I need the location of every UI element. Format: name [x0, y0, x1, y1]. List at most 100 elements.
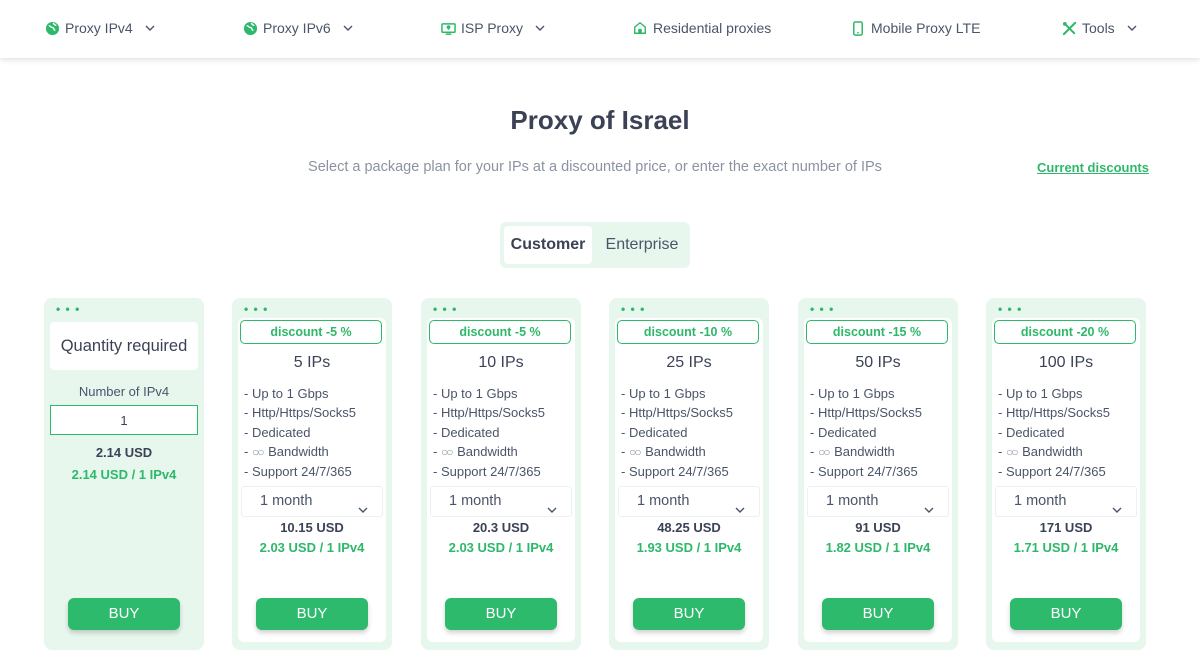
buy-button[interactable]: BUY	[633, 598, 745, 630]
nav-item-label: Mobile Proxy LTE	[871, 20, 981, 36]
discount-badge: discount -5 %	[429, 320, 571, 344]
location-monitor-icon	[440, 20, 456, 36]
feature-bandwidth: - ○○ Bandwidth	[433, 443, 518, 459]
globe-icon	[44, 20, 60, 36]
infinity-icon: ○○	[1005, 444, 1018, 459]
chevron-down-icon	[145, 23, 155, 33]
quantity-label: Number of IPv4	[78, 384, 170, 399]
feature-speed: - Up to 1 Gbps	[621, 386, 706, 401]
chevron-down-icon	[735, 497, 745, 513]
discount-badge: discount -15 %	[806, 320, 948, 344]
nav-proxy-ipv4[interactable]: Proxy IPv4	[44, 18, 155, 38]
plan-total-price: 91 USD	[855, 520, 901, 535]
feature-list: - Up to 1 Gbps - Http/Https/Socks5 - Dedic…	[433, 384, 545, 481]
buy-button[interactable]: BUY	[68, 598, 180, 630]
nav-residential-proxies[interactable]: Residential proxies	[632, 18, 771, 38]
period-select[interactable]: 1 month	[430, 486, 572, 517]
plan-card-body: discount -20 % 100 IPs - Up to 1 Gbps - Htt…	[992, 318, 1140, 642]
plan-card: • • • discount -5 % 10 IPs - Up to 1 Gbps - …	[421, 298, 581, 650]
nav-proxy-ipv6[interactable]: Proxy IPv6	[242, 18, 353, 38]
feature-support: - Support 24/7/365	[244, 464, 352, 480]
nav-mobile-proxy-lte[interactable]: Mobile Proxy LTE	[850, 18, 980, 38]
plan-price-per-ip: 1.93 USD / 1 IPv4	[636, 540, 742, 555]
page-subtitle: Select a package plan for your IPs at a …	[308, 159, 882, 175]
buy-button[interactable]: BUY	[256, 598, 368, 630]
plan-ip-count: 25 IPs	[666, 354, 712, 371]
plan-ip-count: 10 IPs	[478, 354, 524, 371]
chevron-down-icon	[535, 23, 545, 33]
period-select-value: 1 month	[260, 493, 313, 509]
infinity-icon: ○○	[628, 444, 641, 459]
plan-price-per-ip: 1.71 USD / 1 IPv4	[1013, 540, 1119, 555]
nav-isp-proxy[interactable]: ISP Proxy	[440, 18, 545, 38]
feature-protocols: - Http/Https/Socks5	[244, 405, 356, 421]
feature-speed: - Up to 1 Gbps	[244, 386, 329, 401]
period-select-value: 1 month	[449, 493, 502, 509]
feature-list: - Up to 1 Gbps - Http/Https/Socks5 - Dedic…	[998, 384, 1110, 481]
infinity-icon: ○○	[251, 444, 264, 459]
plan-card: • • • discount -20 % 100 IPs - Up to 1 Gbps…	[986, 298, 1146, 650]
plan-card-body: discount -5 % 5 IPs - Up to 1 Gbps - Http/H…	[238, 318, 386, 642]
plan-total-price: 10.15 USD	[280, 520, 344, 535]
feature-support: - Support 24/7/365	[810, 464, 918, 480]
custom-total-price: 2.14 USD	[95, 445, 153, 460]
buy-button[interactable]: BUY	[445, 598, 557, 630]
feature-bandwidth: - ○○ Bandwidth	[810, 443, 895, 459]
period-select[interactable]: 1 month	[241, 486, 383, 517]
infinity-icon: ○○	[817, 444, 830, 459]
tools-icon	[1061, 20, 1077, 36]
plan-card-body: discount -15 % 50 IPs - Up to 1 Gbps - Http…	[804, 318, 952, 642]
discount-badge: discount -20 %	[994, 320, 1136, 344]
plan-total-price: 20.3 USD	[472, 520, 530, 535]
plan-ip-count: 50 IPs	[855, 354, 901, 371]
plan-card: • • • discount -10 % 25 IPs - Up to 1 Gbps -…	[609, 298, 769, 650]
dots-icon: • • •	[244, 302, 269, 316]
feature-dedicated: - Dedicated	[244, 424, 311, 440]
period-select[interactable]: 1 month	[807, 486, 949, 517]
current-discounts-link[interactable]: Current discounts	[1037, 160, 1149, 175]
nav-item-label: Residential proxies	[653, 20, 772, 36]
tab-customer[interactable]: Customer	[504, 226, 592, 264]
chevron-down-icon	[343, 23, 353, 33]
feature-speed: - Up to 1 Gbps	[433, 386, 518, 401]
globe-icon	[242, 20, 258, 36]
buy-button[interactable]: BUY	[1010, 598, 1122, 630]
feature-support: - Support 24/7/365	[433, 464, 541, 480]
feature-bandwidth: - ○○ Bandwidth	[244, 443, 329, 459]
discount-badge: discount -5 %	[240, 320, 382, 344]
tab-enterprise[interactable]: Enterprise	[598, 226, 686, 264]
phone-icon	[850, 20, 866, 36]
custom-quantity-card: • • • Quantity required Number of IPv4 2…	[44, 298, 204, 650]
dots-icon: • • •	[433, 302, 458, 316]
period-select[interactable]: 1 month	[618, 486, 760, 517]
page-title: Proxy of Israel	[510, 105, 690, 135]
plan-ip-count: 100 IPs	[1038, 354, 1094, 371]
nav-item-label: Proxy IPv4	[65, 20, 133, 36]
period-select[interactable]: 1 month	[995, 486, 1137, 517]
chevron-down-icon	[924, 497, 934, 513]
feature-dedicated: - Dedicated	[433, 424, 500, 440]
chevron-down-icon	[547, 497, 557, 513]
plan-card: • • • discount -15 % 50 IPs - Up to 1 Gbps -…	[798, 298, 958, 650]
nav-tools[interactable]: Tools	[1061, 18, 1137, 38]
plan-card: • • • discount -5 % 5 IPs - Up to 1 Gbps - H…	[232, 298, 392, 650]
infinity-icon: ○○	[440, 444, 453, 459]
chevron-down-icon	[358, 497, 368, 513]
plan-ip-count: 5 IPs	[293, 354, 331, 371]
plan-total-price: 171 USD	[1039, 520, 1093, 535]
feature-bandwidth: - ○○ Bandwidth	[621, 443, 706, 459]
dots-icon: • • •	[998, 302, 1023, 316]
buy-button[interactable]: BUY	[822, 598, 934, 630]
plan-card-body: discount -5 % 10 IPs - Up to 1 Gbps - Http/…	[427, 318, 575, 642]
feature-support: - Support 24/7/365	[998, 464, 1106, 480]
plan-total-price: 48.25 USD	[657, 520, 721, 535]
customer-type-tabs: Customer Enterprise	[500, 222, 690, 268]
home-icon	[632, 20, 648, 36]
feature-protocols: - Http/Https/Socks5	[810, 405, 922, 421]
feature-protocols: - Http/Https/Socks5	[621, 405, 733, 421]
feature-speed: - Up to 1 Gbps	[810, 386, 895, 401]
quantity-title: Quantity required	[50, 322, 198, 370]
feature-protocols: - Http/Https/Socks5	[433, 405, 545, 421]
quantity-input[interactable]	[50, 405, 198, 435]
period-select-value: 1 month	[1014, 493, 1067, 509]
